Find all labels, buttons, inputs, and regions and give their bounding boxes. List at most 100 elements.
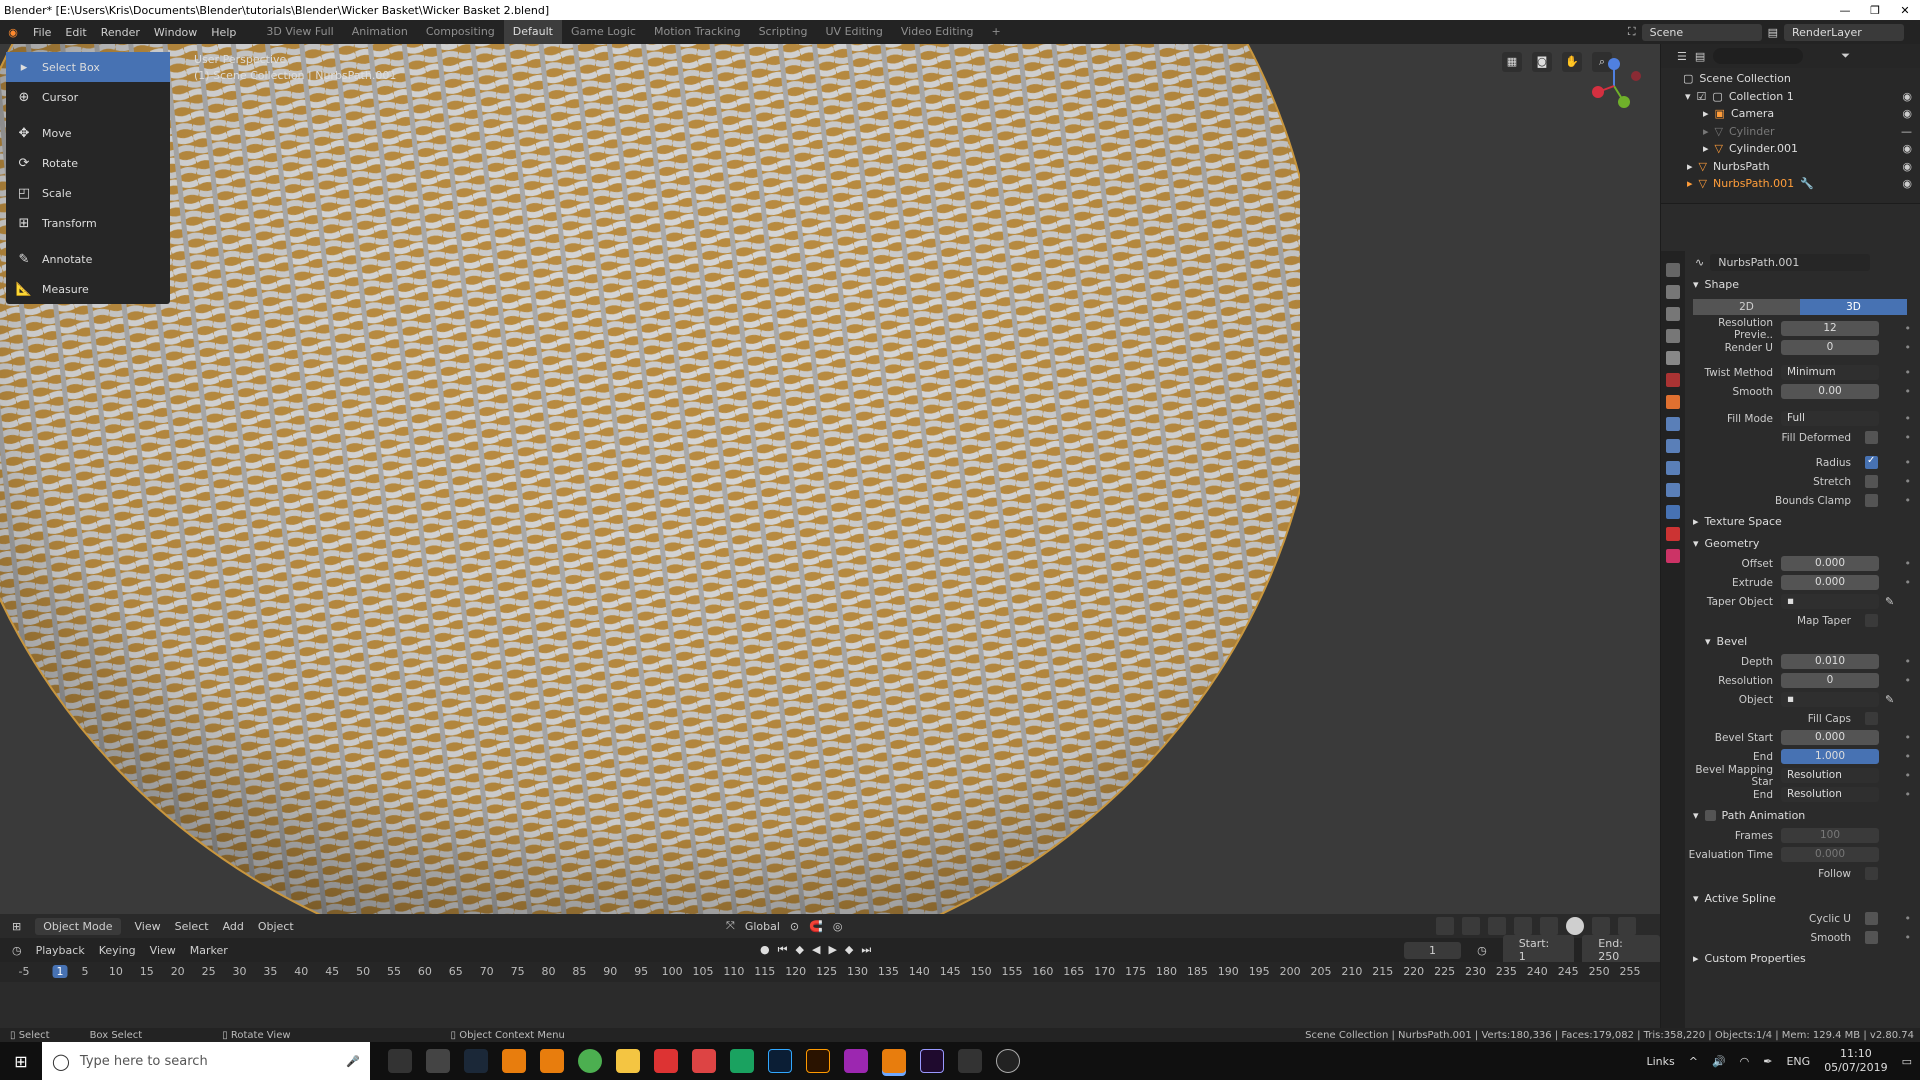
next-keyframe-icon[interactable]: ◆ [845,943,853,957]
tool-transform[interactable]: ⊞ Transform [6,208,170,238]
object-tab-icon[interactable] [1666,395,1680,409]
eyedropper-icon[interactable]: ✎ [1885,693,1894,706]
visibility-icon[interactable] [1436,917,1454,935]
tool-scale[interactable]: ◰ Scale [6,178,170,208]
tool-tab-icon[interactable] [1666,263,1680,277]
outliner-item-cylinder-001[interactable]: ▸ ▽ Cylinder.001 ◉ [1661,140,1920,158]
curve-data-tab-icon[interactable] [1666,505,1680,519]
tool-annotate[interactable]: ✎ Annotate [6,244,170,274]
menu-marker[interactable]: Marker [190,944,228,957]
gizmo-toggle-icon[interactable] [1462,917,1480,935]
fill-caps-checkbox[interactable] [1865,712,1878,725]
datablock-name-field[interactable]: NurbsPath.001 [1710,253,1871,271]
output-tab-icon[interactable] [1666,307,1680,321]
keyframe-dot-icon[interactable]: • [1905,769,1912,782]
menu-window[interactable]: Window [147,26,204,39]
windows-start-icon[interactable]: ⊞ [0,1052,42,1071]
keyframe-dot-icon[interactable]: • [1905,431,1912,444]
taskbar-search-box[interactable]: ◯ Type here to search 🎤 [42,1042,370,1080]
material-shading-icon[interactable] [1592,917,1610,935]
prev-keyframe-icon[interactable]: ◆ [796,943,804,957]
eye-hidden-icon[interactable]: — [1901,125,1912,138]
offset-field[interactable]: 0.000 [1781,556,1879,571]
outliner-scene-collection[interactable]: ▢ Scene Collection [1661,70,1920,88]
render-layer-selector[interactable]: RenderLayer [1784,23,1904,41]
close-icon[interactable]: ✕ [1890,4,1920,17]
timeline-area[interactable]: -5 1 5 10 15 20 25 30 35 40 45 50 55 60 65 70 75 80 85 90 95… [0,962,1660,1016]
render-tab-icon[interactable] [1666,285,1680,299]
keyframe-dot-icon[interactable]: • [1905,341,1912,354]
eye-icon[interactable]: ◉ [1902,90,1912,103]
3d-viewport[interactable]: ▸ Select Box ⊕ Cursor ✥ Move ⟳ Rotate ◰ Scale… [0,44,1660,914]
blender-app-icon[interactable] [502,1049,526,1073]
follow-checkbox[interactable] [1865,867,1878,880]
extrude-field[interactable]: 0.000 [1781,575,1879,590]
tool-rotate[interactable]: ⟳ Rotate [6,148,170,178]
tool-move[interactable]: ✥ Move [6,118,170,148]
keyframe-dot-icon[interactable]: • [1905,912,1912,925]
map-taper-checkbox[interactable] [1865,614,1878,627]
menu-render[interactable]: Render [94,26,147,39]
outliner-item-nurbspath-001[interactable]: ▸ ▽ NurbsPath.001 🔧 ◉ [1661,175,1920,193]
navigation-gizmo[interactable] [1584,56,1644,116]
pan-hand-icon[interactable]: ✋ [1562,52,1582,72]
display-mode-icon[interactable]: ▤ [1695,50,1705,63]
active-spline-panel-header[interactable]: ▾ Active Spline [1687,887,1920,909]
eyedropper-icon[interactable]: ✎ [1885,595,1894,608]
maximize-icon[interactable]: ❐ [1860,4,1890,17]
keyframe-dot-icon[interactable]: • [1905,655,1912,668]
app-red-2-icon[interactable] [692,1049,716,1073]
stretch-checkbox[interactable] [1865,475,1878,488]
tool-cursor[interactable]: ⊕ Cursor [6,82,170,112]
menu-keying[interactable]: Keying [99,944,136,957]
bevel-mapping-start-select[interactable]: Resolution [1781,768,1879,783]
jump-start-icon[interactable]: ⏮ [778,943,788,957]
bevel-end-field[interactable]: 1.000 [1781,749,1879,764]
task-view-icon[interactable] [388,1049,412,1073]
keyframe-dot-icon[interactable]: • [1905,322,1912,335]
keyframe-dot-icon[interactable]: • [1905,674,1912,687]
geometry-panel-header[interactable]: ▾ Geometry [1687,532,1920,554]
mode-3d-button[interactable]: 3D [1800,299,1907,315]
world-tab-icon[interactable] [1666,373,1680,387]
tool-select-box[interactable]: ▸ Select Box [6,52,170,82]
keyframe-dot-icon[interactable]: • [1905,494,1912,507]
cyclic-u-checkbox[interactable] [1865,912,1878,925]
camera-view-icon[interactable]: ◙ [1532,52,1552,72]
colorful-app-icon[interactable] [844,1049,868,1073]
eye-icon[interactable]: ◉ [1902,160,1912,173]
illustrator-app-icon[interactable] [806,1049,830,1073]
tab-motion-tracking[interactable]: Motion Tracking [645,20,750,44]
jump-end-icon[interactable]: ⏭ [861,943,871,957]
keyframe-dot-icon[interactable]: • [1905,456,1912,469]
keyframe-dot-icon[interactable]: • [1905,557,1912,570]
frame-ruler[interactable]: -5 1 5 10 15 20 25 30 35 40 45 50 55 60 65 70 75 80 85 90 95… [0,962,1660,982]
bevel-resolution-field[interactable]: 0 [1781,673,1879,688]
scene-selector[interactable]: Scene [1641,23,1762,41]
blender-active-app-icon[interactable] [882,1049,906,1073]
keyframe-dot-icon[interactable]: • [1905,931,1912,944]
physics-tab-icon[interactable] [1666,461,1680,475]
network-icon[interactable]: ◠ [1740,1055,1750,1068]
scene-tab-icon[interactable] [1666,351,1680,365]
keyframe-dot-icon[interactable]: • [1905,788,1912,801]
particles-tab-icon[interactable] [1666,439,1680,453]
modifier-tab-icon[interactable] [1666,417,1680,431]
spline-smooth-checkbox[interactable] [1865,931,1878,944]
taskbar-clock[interactable]: 11:10 05/07/2019 [1824,1047,1887,1075]
pivot-icon[interactable]: ⊙ [790,920,799,933]
evaluation-time-field[interactable]: 0.000 [1781,847,1879,862]
premiere-app-icon[interactable] [920,1049,944,1073]
app-play-icon[interactable] [730,1049,754,1073]
texture-space-panel-header[interactable]: ▸ Texture Space [1687,510,1920,532]
grid-icon[interactable]: ▦ [1502,52,1522,72]
blender-app-icon-2[interactable] [540,1049,564,1073]
links-toolbar[interactable]: Links [1646,1055,1674,1068]
rendered-shading-icon[interactable] [1618,917,1636,935]
tab-compositing[interactable]: Compositing [417,20,504,44]
shape-panel-header[interactable]: ▾ Shape [1687,273,1920,295]
filter-icon[interactable]: ⏷ [1841,49,1850,63]
texture-tab-icon[interactable] [1666,549,1680,563]
pen-icon[interactable]: ✒ [1763,1055,1772,1068]
twist-method-select[interactable]: Minimum [1781,365,1879,380]
